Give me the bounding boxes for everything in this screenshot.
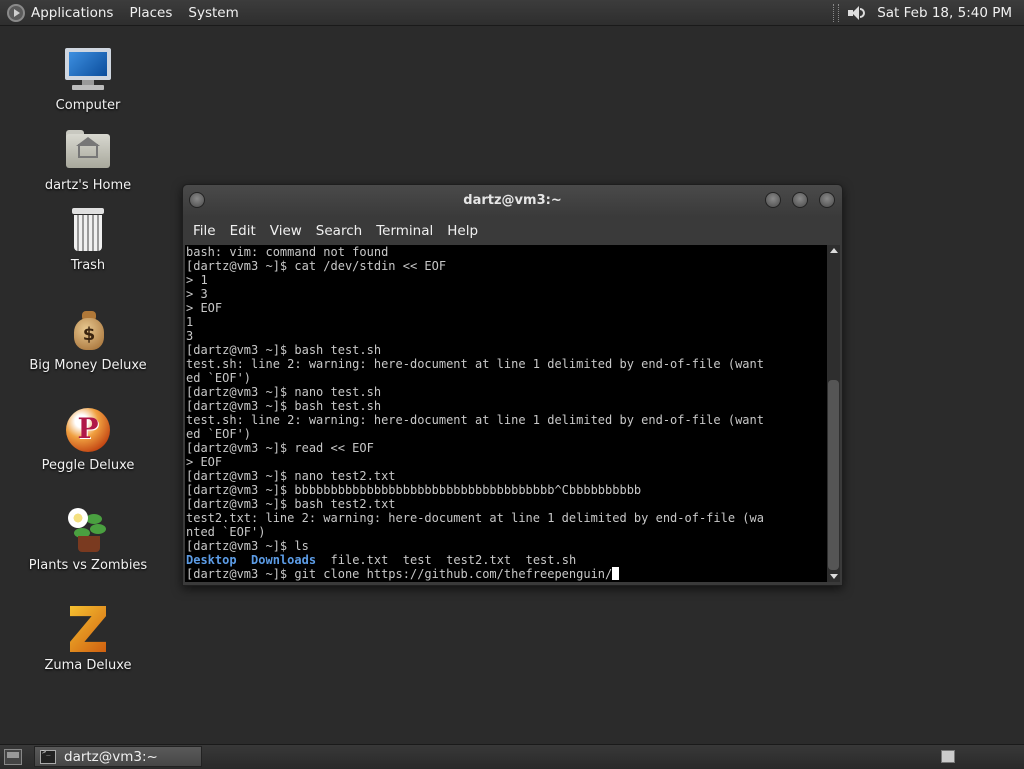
- workspace-switcher[interactable]: [941, 750, 955, 763]
- terminal-line: [dartz@vm3 ~]$ bbbbbbbbbbbbbbbbbbbbbbbbb…: [186, 483, 642, 497]
- prompt-text: [dartz@vm3 ~]$ git clone https://github.…: [186, 567, 613, 581]
- panel-separator: [833, 3, 840, 22]
- terminal-line: [dartz@vm3 ~]$ bash test.sh: [186, 343, 382, 357]
- scroll-down-arrow-icon[interactable]: [830, 574, 838, 579]
- menu-terminal[interactable]: Terminal: [376, 223, 433, 239]
- plants-vs-zombies-icon: [64, 506, 112, 554]
- desktop-icon-peggle[interactable]: P Peggle Deluxe: [28, 406, 148, 473]
- terminal-line: [dartz@vm3 ~]$ read << EOF: [186, 441, 374, 455]
- minimize-button[interactable]: [765, 192, 781, 208]
- desktop-icon-trash[interactable]: Trash: [28, 206, 148, 273]
- desktop-icon-zuma[interactable]: Zuma Deluxe: [28, 606, 148, 673]
- terminal-line: > EOF: [186, 301, 223, 315]
- trash-icon: [64, 206, 112, 254]
- terminal-line: [dartz@vm3 ~]$ ls: [186, 539, 309, 553]
- terminal-window: dartz@vm3:~ File Edit View Search Termin…: [182, 184, 843, 586]
- scrollbar-thumb[interactable]: [828, 380, 839, 570]
- menu-file[interactable]: File: [193, 223, 216, 239]
- terminal-line: 1: [186, 315, 194, 329]
- terminal-line: 3: [186, 329, 194, 343]
- terminal-menubar: File Edit View Search Terminal Help: [183, 217, 842, 245]
- menu-search[interactable]: Search: [316, 223, 362, 239]
- panel-tray: Sat Feb 18, 5:40 PM: [833, 0, 1012, 25]
- terminal-line: > 1: [186, 273, 208, 287]
- terminal-line: ed `EOF'): [186, 371, 252, 385]
- terminal-line: [dartz@vm3 ~]$ bash test.sh: [186, 399, 382, 413]
- ls-file: test2.txt: [446, 553, 512, 567]
- terminal-line: test.sh: line 2: warning: here-document …: [186, 413, 764, 427]
- window-titlebar[interactable]: dartz@vm3:~: [183, 185, 842, 217]
- volume-icon[interactable]: [847, 4, 866, 22]
- terminal-line: test.sh: line 2: warning: here-document …: [186, 357, 764, 371]
- menu-places[interactable]: Places: [129, 5, 172, 21]
- desktop-icon-plants-vs-zombies[interactable]: Plants vs Zombies: [28, 506, 148, 573]
- terminal-line: > 3: [186, 287, 208, 301]
- scroll-up-arrow-icon[interactable]: [830, 248, 838, 253]
- computer-icon: [64, 46, 112, 94]
- desktop-icon-label: Plants vs Zombies: [28, 558, 148, 573]
- menu-applications[interactable]: Applications: [31, 5, 113, 21]
- ls-output-line: Desktop Downloads file.txt test test2.tx…: [185, 553, 827, 567]
- prompt-line: [dartz@vm3 ~]$ git clone https://github.…: [185, 567, 827, 581]
- terminal-line: test2.txt: line 2: warning: here-documen…: [186, 511, 764, 525]
- terminal-line: [dartz@vm3 ~]$ nano test.sh: [186, 385, 382, 399]
- zuma-icon: [64, 606, 112, 654]
- show-desktop-icon[interactable]: [4, 749, 22, 765]
- clock[interactable]: Sat Feb 18, 5:40 PM: [877, 5, 1012, 21]
- desktop-icon-label: dartz's Home: [44, 178, 132, 193]
- desktop-icon-label: Peggle Deluxe: [41, 458, 135, 473]
- ls-file: file.txt: [330, 553, 389, 567]
- money-bag-icon: $: [64, 306, 112, 354]
- ls-file: test: [402, 553, 432, 567]
- terminal-line: [dartz@vm3 ~]$ bash test2.txt: [186, 497, 396, 511]
- ls-file: test.sh: [525, 553, 577, 567]
- terminal-icon: [40, 748, 56, 764]
- peggle-icon: P: [64, 406, 112, 454]
- desktop-icon-label: Zuma Deluxe: [44, 658, 132, 673]
- terminal-output[interactable]: bash: vim: command not found [dartz@vm3 ~…: [185, 245, 827, 582]
- terminal-cursor: [612, 567, 620, 580]
- terminal-line: ed `EOF'): [186, 427, 252, 441]
- maximize-button[interactable]: [792, 192, 808, 208]
- terminal-line: > EOF: [186, 455, 223, 469]
- terminal-line: [dartz@vm3 ~]$ nano test2.txt: [186, 469, 396, 483]
- top-panel: Applications Places System Sat Feb 18, 5…: [0, 0, 1024, 26]
- desktop-icon-big-money[interactable]: $ Big Money Deluxe: [28, 306, 148, 373]
- desktop-icon-label: Trash: [70, 258, 106, 273]
- bottom-panel: dartz@vm3:~: [0, 744, 1024, 769]
- home-folder-icon: [64, 126, 112, 174]
- desktop-icon-home[interactable]: dartz's Home: [28, 126, 148, 193]
- menu-help[interactable]: Help: [447, 223, 478, 239]
- desktop-icon-label: Big Money Deluxe: [29, 358, 147, 373]
- terminal-line: bash: vim: command not found: [186, 245, 389, 259]
- close-button[interactable]: [819, 192, 835, 208]
- taskbar-window-button[interactable]: dartz@vm3:~: [34, 746, 202, 767]
- terminal-scrollbar[interactable]: [827, 245, 840, 582]
- menu-system[interactable]: System: [188, 5, 238, 21]
- terminal-line: [dartz@vm3 ~]$ cat /dev/stdin << EOF: [186, 259, 447, 273]
- desktop-icon-label: Computer: [55, 98, 121, 113]
- ls-dir: Downloads: [251, 553, 317, 567]
- gnome-foot-icon[interactable]: [7, 3, 25, 22]
- terminal-line: nted `EOF'): [186, 525, 266, 539]
- desktop-icon-computer[interactable]: Computer: [28, 46, 148, 113]
- ls-dir: Desktop: [186, 553, 237, 567]
- taskbar-window-label: dartz@vm3:~: [64, 748, 158, 765]
- window-title: dartz@vm3:~: [463, 193, 562, 208]
- menu-edit[interactable]: Edit: [230, 223, 256, 239]
- menu-view[interactable]: View: [270, 223, 302, 239]
